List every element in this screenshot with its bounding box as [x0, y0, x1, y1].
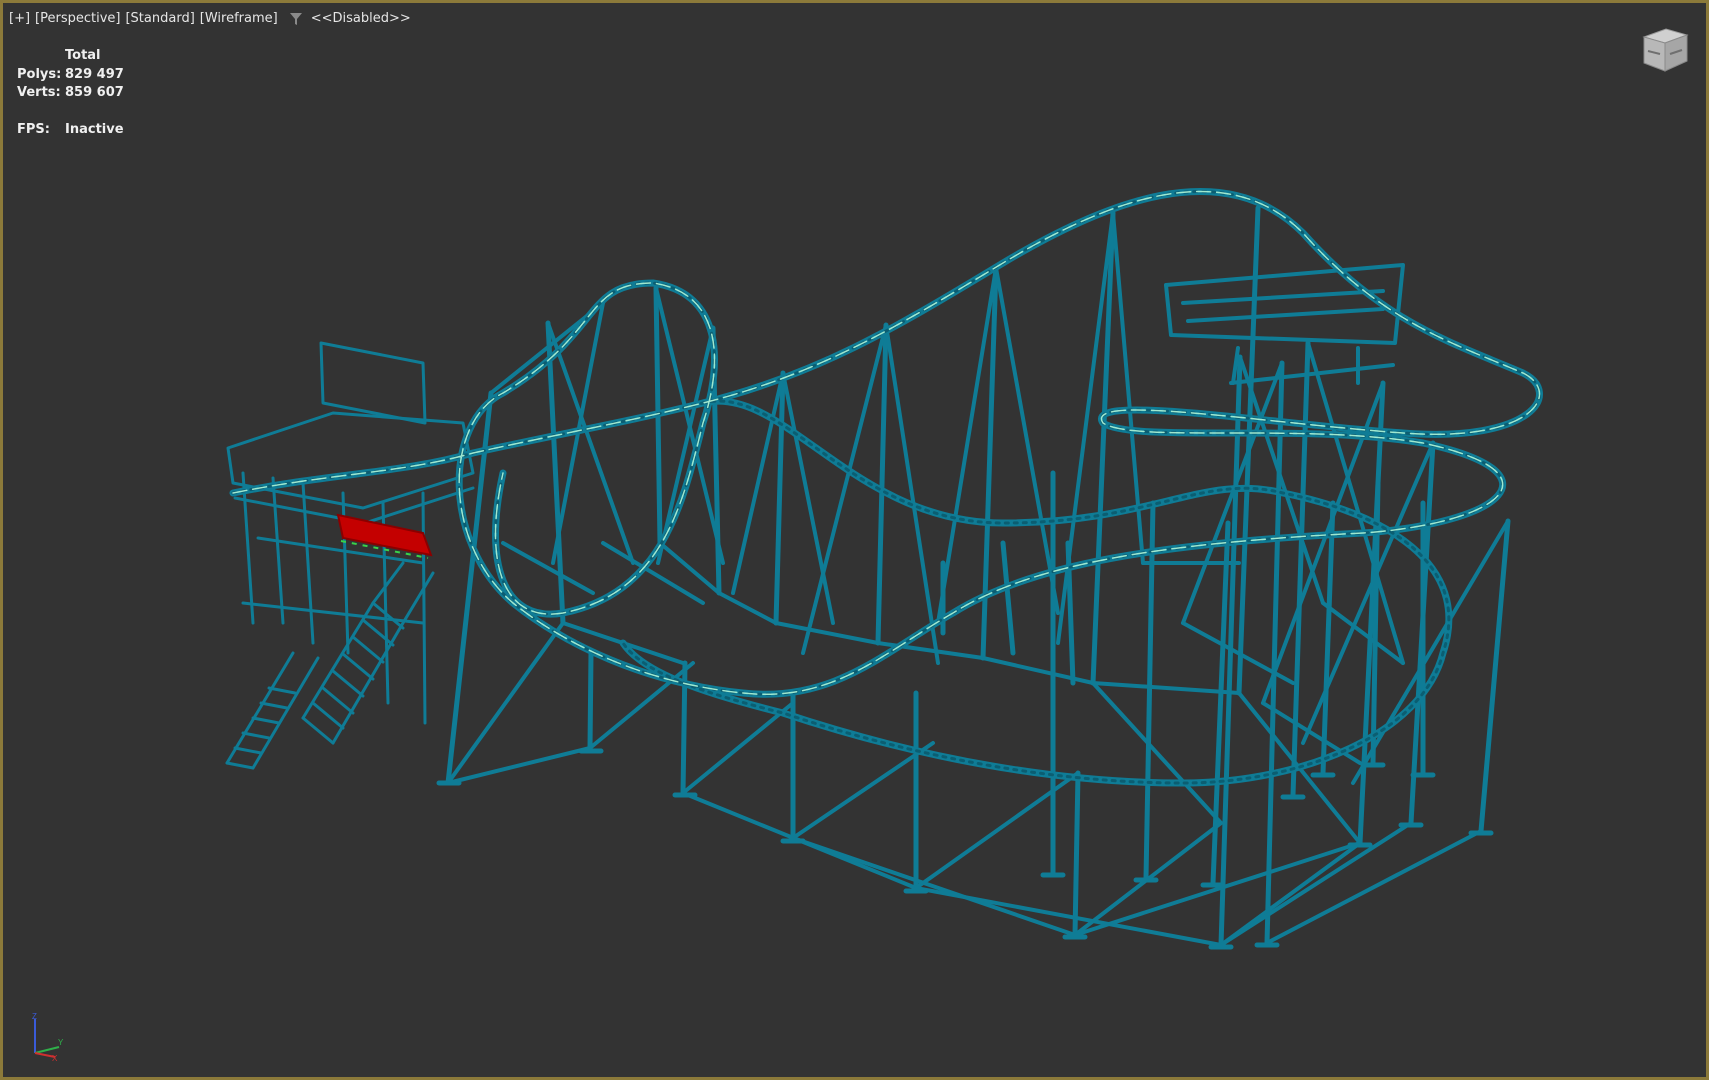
- axis-x-label: X: [52, 1054, 58, 1061]
- viewcube-icon[interactable]: [1639, 25, 1691, 77]
- viewport-statistics: Total Polys: 829 497 Verts: 859 607 FPS: In…: [17, 47, 124, 139]
- viewport-shading-label[interactable]: [Standard]: [125, 11, 194, 26]
- funnel-filter-icon[interactable]: [289, 12, 303, 26]
- filter-state-label[interactable]: <<Disabled>>: [311, 11, 411, 26]
- viewport-label-bar: [+] [Perspective] [Standard] [Wireframe]…: [9, 11, 411, 26]
- axis-y-label: Y: [58, 1038, 64, 1047]
- station-platform: [225, 341, 475, 770]
- axis-tripod-icon: Z Y X: [32, 1012, 64, 1061]
- viewport-style-label[interactable]: [Wireframe]: [200, 11, 278, 26]
- verts-value: 859 607: [65, 85, 124, 100]
- axis-z-label: Z: [32, 1012, 37, 1021]
- stats-header: Total: [65, 48, 101, 63]
- cross-bracing: [446, 211, 1510, 947]
- support-columns: [445, 205, 1511, 948]
- scene-canvas[interactable]: [3, 3, 1709, 1080]
- viewport-view-label[interactable]: [Perspective]: [35, 11, 120, 26]
- viewport-menu-plus[interactable]: [+]: [9, 11, 30, 26]
- polys-label: Polys:: [17, 66, 62, 82]
- fps-label: FPS:: [17, 121, 50, 137]
- verts-label: Verts:: [17, 85, 61, 100]
- viewport-perspective[interactable]: [+] [Perspective] [Standard] [Wireframe]…: [0, 0, 1709, 1080]
- polys-value: 829 497: [65, 66, 124, 82]
- roller-coaster-wireframe: [225, 188, 1543, 950]
- fps-value: Inactive: [65, 121, 124, 137]
- foot-plates: [436, 748, 1494, 950]
- sign-board: [1164, 263, 1405, 385]
